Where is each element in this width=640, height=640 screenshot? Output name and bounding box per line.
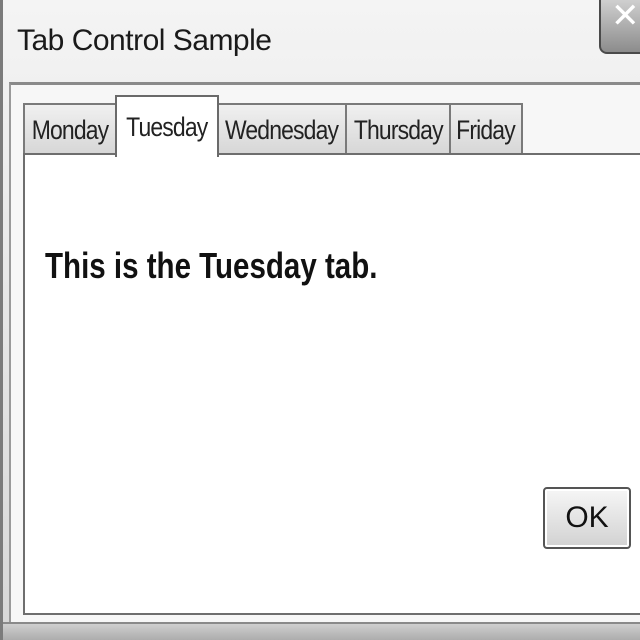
tab-label: Wednesday [225, 114, 339, 145]
tab-label: Tuesday [126, 111, 208, 142]
tab-label: Friday [456, 114, 517, 145]
tab-monday[interactable]: Monday [23, 103, 117, 155]
dialog-window: Tab Control Sample ✕ Monday Tuesday Wedn… [0, 0, 640, 640]
window-title: Tab Control Sample [17, 24, 272, 57]
dialog-client-area: Monday Tuesday Wednesday Thursday Friday… [9, 82, 640, 622]
tab-thursday[interactable]: Thursday [345, 103, 451, 155]
close-icon: ✕ [611, 0, 640, 36]
tab-label: Monday [31, 114, 109, 145]
tab-tuesday[interactable]: Tuesday [115, 95, 219, 157]
tab-page-text: This is the Tuesday tab. [45, 245, 378, 286]
ok-button[interactable]: OK [543, 487, 631, 549]
tab-label: Thursday [353, 114, 444, 145]
tab-page-tuesday: This is the Tuesday tab. OK [23, 153, 640, 615]
tab-friday[interactable]: Friday [449, 103, 523, 155]
tab-wednesday[interactable]: Wednesday [217, 103, 347, 155]
window-bottom-border [3, 622, 640, 640]
title-bar[interactable]: Tab Control Sample ✕ [3, 0, 640, 80]
tab-strip: Monday Tuesday Wednesday Thursday Friday [23, 95, 640, 157]
close-button[interactable]: ✕ [599, 0, 640, 54]
